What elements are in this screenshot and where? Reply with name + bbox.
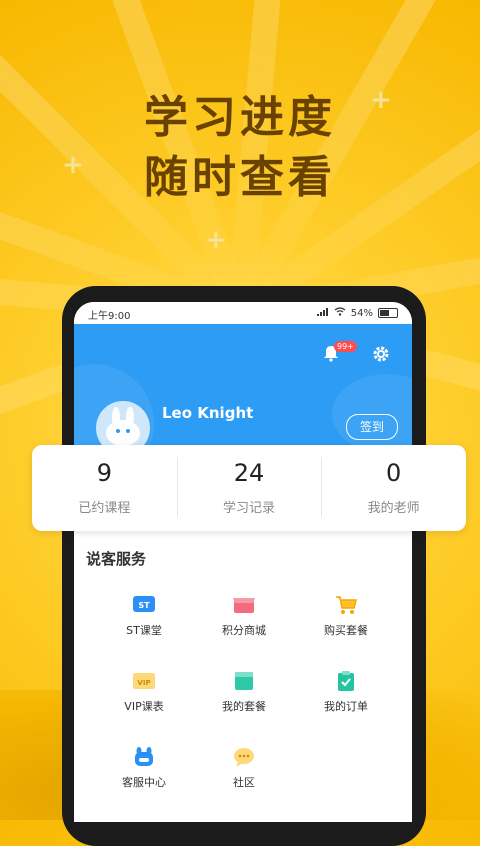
- services-grid: ST ST课堂 积分商城 购买套餐 VIP VIP课表 我的套餐 我的订单 客服…: [86, 578, 402, 800]
- stat-label: 学习记录: [223, 501, 276, 516]
- stat-study-records[interactable]: 24 学习记录: [176, 445, 322, 531]
- service-my-package[interactable]: 我的套餐: [194, 670, 294, 714]
- service-label: 购买套餐: [324, 624, 368, 637]
- plus-decoration-icon: +: [205, 225, 227, 255]
- stat-my-teachers[interactable]: 0 我的老师: [321, 445, 466, 531]
- stat-label: 我的老师: [367, 501, 420, 516]
- my-package-icon: [194, 670, 294, 692]
- username: Leo Knight: [162, 404, 254, 422]
- my-orders-icon: [296, 670, 396, 692]
- stats-card: 9 已约课程 24 学习记录 0 我的老师: [32, 445, 466, 531]
- service-label: 我的订单: [324, 700, 368, 713]
- points-mall-icon: [194, 594, 294, 616]
- service-buy-package[interactable]: 购买套餐: [296, 594, 396, 638]
- gear-icon[interactable]: [372, 345, 390, 363]
- stat-label: 已约课程: [78, 501, 131, 516]
- stat-value: 9: [96, 459, 112, 487]
- stat-booked-courses[interactable]: 9 已约课程: [32, 445, 177, 531]
- service-st-classroom[interactable]: ST ST课堂: [94, 594, 194, 638]
- shopping-cart-icon: [296, 594, 396, 616]
- signal-icon: [316, 307, 329, 319]
- service-label: ST课堂: [126, 624, 162, 637]
- service-vip-schedule[interactable]: VIP VIP课表: [94, 670, 194, 714]
- promo-headline-line2: 随时查看: [144, 152, 336, 203]
- stat-value: 24: [233, 459, 265, 487]
- stat-value: 0: [386, 459, 402, 487]
- status-bar: 上午9:00 54%: [74, 302, 412, 324]
- svg-text:VIP: VIP: [137, 679, 150, 687]
- notification-badge: 99+: [334, 341, 357, 352]
- battery-percent: 54%: [350, 307, 373, 319]
- status-time: 上午9:00: [88, 311, 131, 322]
- promo-headline-line1: 学习进度: [144, 92, 336, 143]
- service-points-mall[interactable]: 积分商城: [194, 594, 294, 638]
- wifi-icon: [334, 307, 346, 319]
- service-community[interactable]: 社区: [194, 746, 294, 790]
- community-chat-icon: [194, 746, 294, 768]
- customer-service-icon: [94, 746, 194, 768]
- service-label: 社区: [233, 776, 255, 789]
- st-classroom-icon: ST: [94, 594, 194, 616]
- service-label: 积分商城: [222, 624, 266, 637]
- battery-icon: [378, 308, 398, 318]
- services-title: 说客服务: [86, 550, 147, 568]
- service-label: 我的套餐: [222, 700, 266, 713]
- service-customer-center[interactable]: 客服中心: [94, 746, 194, 790]
- svg-text:ST: ST: [138, 601, 150, 610]
- checkin-button[interactable]: 签到: [346, 414, 398, 440]
- vip-schedule-icon: VIP: [94, 670, 194, 692]
- service-label: VIP课表: [124, 700, 164, 713]
- service-my-orders[interactable]: 我的订单: [296, 670, 396, 714]
- service-label: 客服中心: [122, 776, 166, 789]
